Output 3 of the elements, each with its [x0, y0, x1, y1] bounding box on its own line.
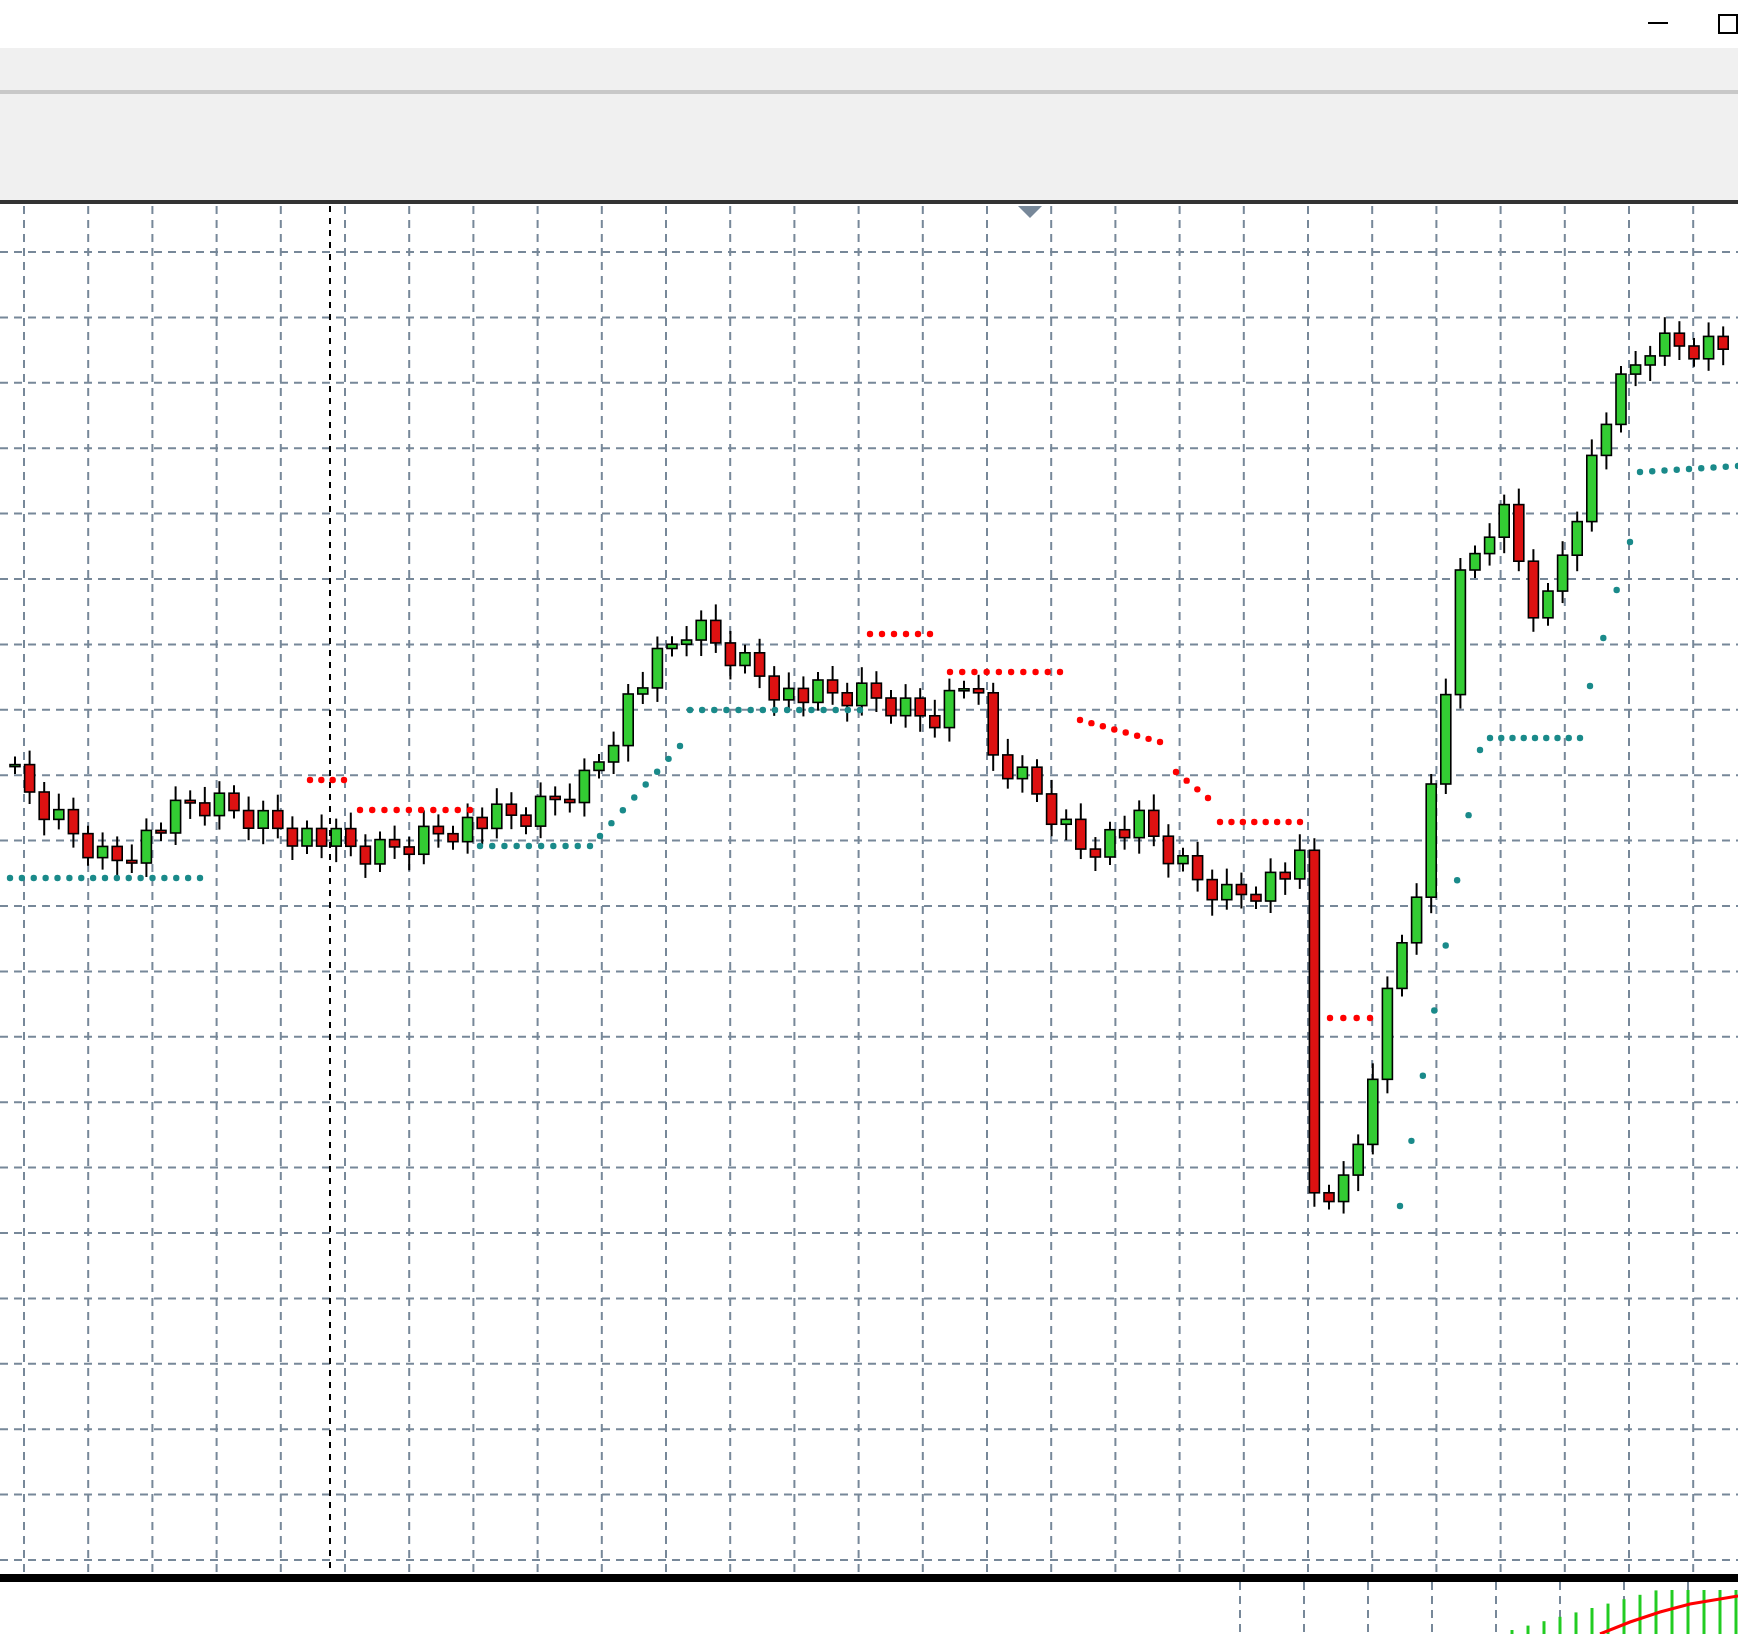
minimize-icon — [1648, 22, 1668, 26]
maximize-icon — [1718, 14, 1738, 34]
indicator-signal-line — [1599, 1594, 1738, 1634]
